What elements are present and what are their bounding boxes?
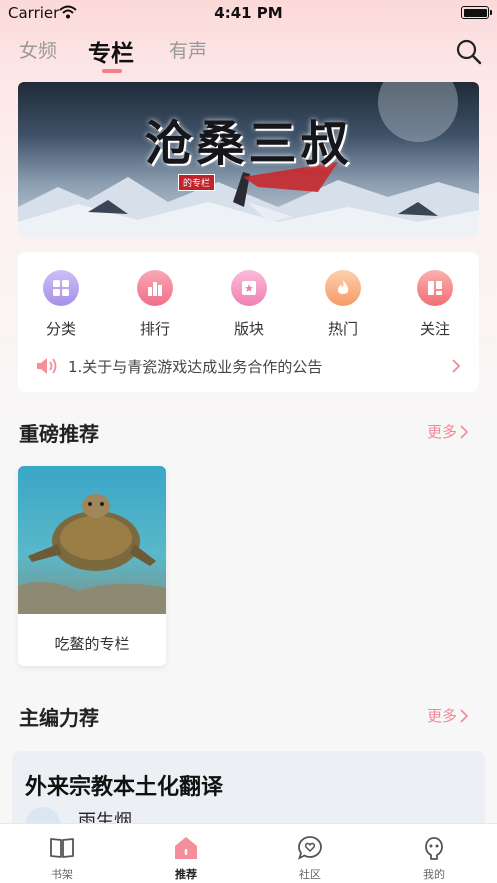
menu-item-section[interactable]: 版块 — [214, 270, 284, 339]
more-label: 更多 — [427, 707, 458, 725]
flame-icon — [325, 270, 361, 306]
menu-item-category[interactable]: 分类 — [26, 270, 96, 339]
book-icon — [50, 838, 74, 858]
clock: 4:41 PM — [214, 4, 283, 22]
section-title-editor-picks: 主编力荐 — [19, 706, 99, 730]
tab-community[interactable]: 社区 — [280, 834, 340, 882]
book-card[interactable]: 吃鳌的专栏 — [18, 466, 166, 666]
announcement-bar[interactable]: 1.关于与青瓷游戏达成业务合作的公告 — [36, 355, 461, 377]
announcement-text: 1.关于与青瓷游戏达成业务合作的公告 — [68, 358, 323, 376]
home-icon — [175, 837, 197, 859]
tab-bookshelf[interactable]: 书架 — [32, 834, 92, 882]
banner-title: 沧桑三叔 — [144, 116, 353, 172]
book-title: 吃鳌的专栏 — [54, 635, 130, 653]
section-title-featured: 重磅推荐 — [19, 422, 99, 446]
search-icon — [456, 39, 482, 65]
chevron-right-icon — [452, 359, 461, 373]
featured-more-link[interactable]: 更多 — [427, 421, 469, 442]
tab-label: 社区 — [299, 868, 321, 881]
menu-label: 排行 — [139, 320, 170, 338]
book-cover-image — [18, 466, 166, 614]
menu-label: 热门 — [327, 320, 358, 338]
banner-subtitle: 的专栏 — [178, 174, 216, 191]
menu-label: 关注 — [419, 320, 450, 338]
menu-label: 版块 — [233, 320, 264, 338]
tab-audio[interactable]: 有声 — [169, 36, 207, 63]
tab-column[interactable]: 专栏 — [88, 34, 134, 68]
editor-pick-title: 外来宗教本土化翻译 — [25, 775, 224, 800]
star-card-icon — [231, 270, 267, 306]
tab-mine[interactable]: 我的 — [404, 834, 464, 882]
chat-heart-icon — [298, 836, 322, 860]
menu-item-follow[interactable]: 关注 — [400, 270, 470, 339]
more-label: 更多 — [427, 423, 458, 441]
chevron-right-icon — [460, 425, 469, 439]
tab-recommend[interactable]: 推荐 — [156, 834, 216, 882]
quick-menu-card: 分类 排行 版块 热门 关注 1.关于与青瓷游戏达成业务合作的公告 — [18, 252, 479, 392]
bar-chart-icon — [137, 270, 173, 306]
chevron-right-icon — [460, 709, 469, 723]
battery-icon — [461, 6, 492, 19]
grid-icon — [43, 270, 79, 306]
tab-female[interactable]: 女频 — [19, 36, 57, 63]
ghost-icon — [425, 837, 443, 860]
menu-item-hot[interactable]: 热门 — [308, 270, 378, 339]
tab-label: 书架 — [51, 868, 73, 881]
tab-indicator — [102, 69, 122, 73]
tab-label: 推荐 — [175, 868, 197, 881]
speaker-icon — [37, 358, 57, 374]
menu-item-ranking[interactable]: 排行 — [120, 270, 190, 339]
status-bar: Carrier 4:41 PM — [0, 0, 497, 26]
header-tabs: 女频 专栏 有声 — [0, 30, 497, 74]
layout-icon — [417, 270, 453, 306]
search-button[interactable] — [455, 38, 483, 66]
bottom-tab-bar: 书架 推荐 社区 我的 — [0, 823, 497, 883]
tab-label: 我的 — [423, 868, 445, 881]
promo-banner[interactable]: 沧桑三叔 的专栏 — [18, 82, 479, 237]
menu-label: 分类 — [45, 320, 76, 338]
editor-picks-more-link[interactable]: 更多 — [427, 705, 469, 726]
